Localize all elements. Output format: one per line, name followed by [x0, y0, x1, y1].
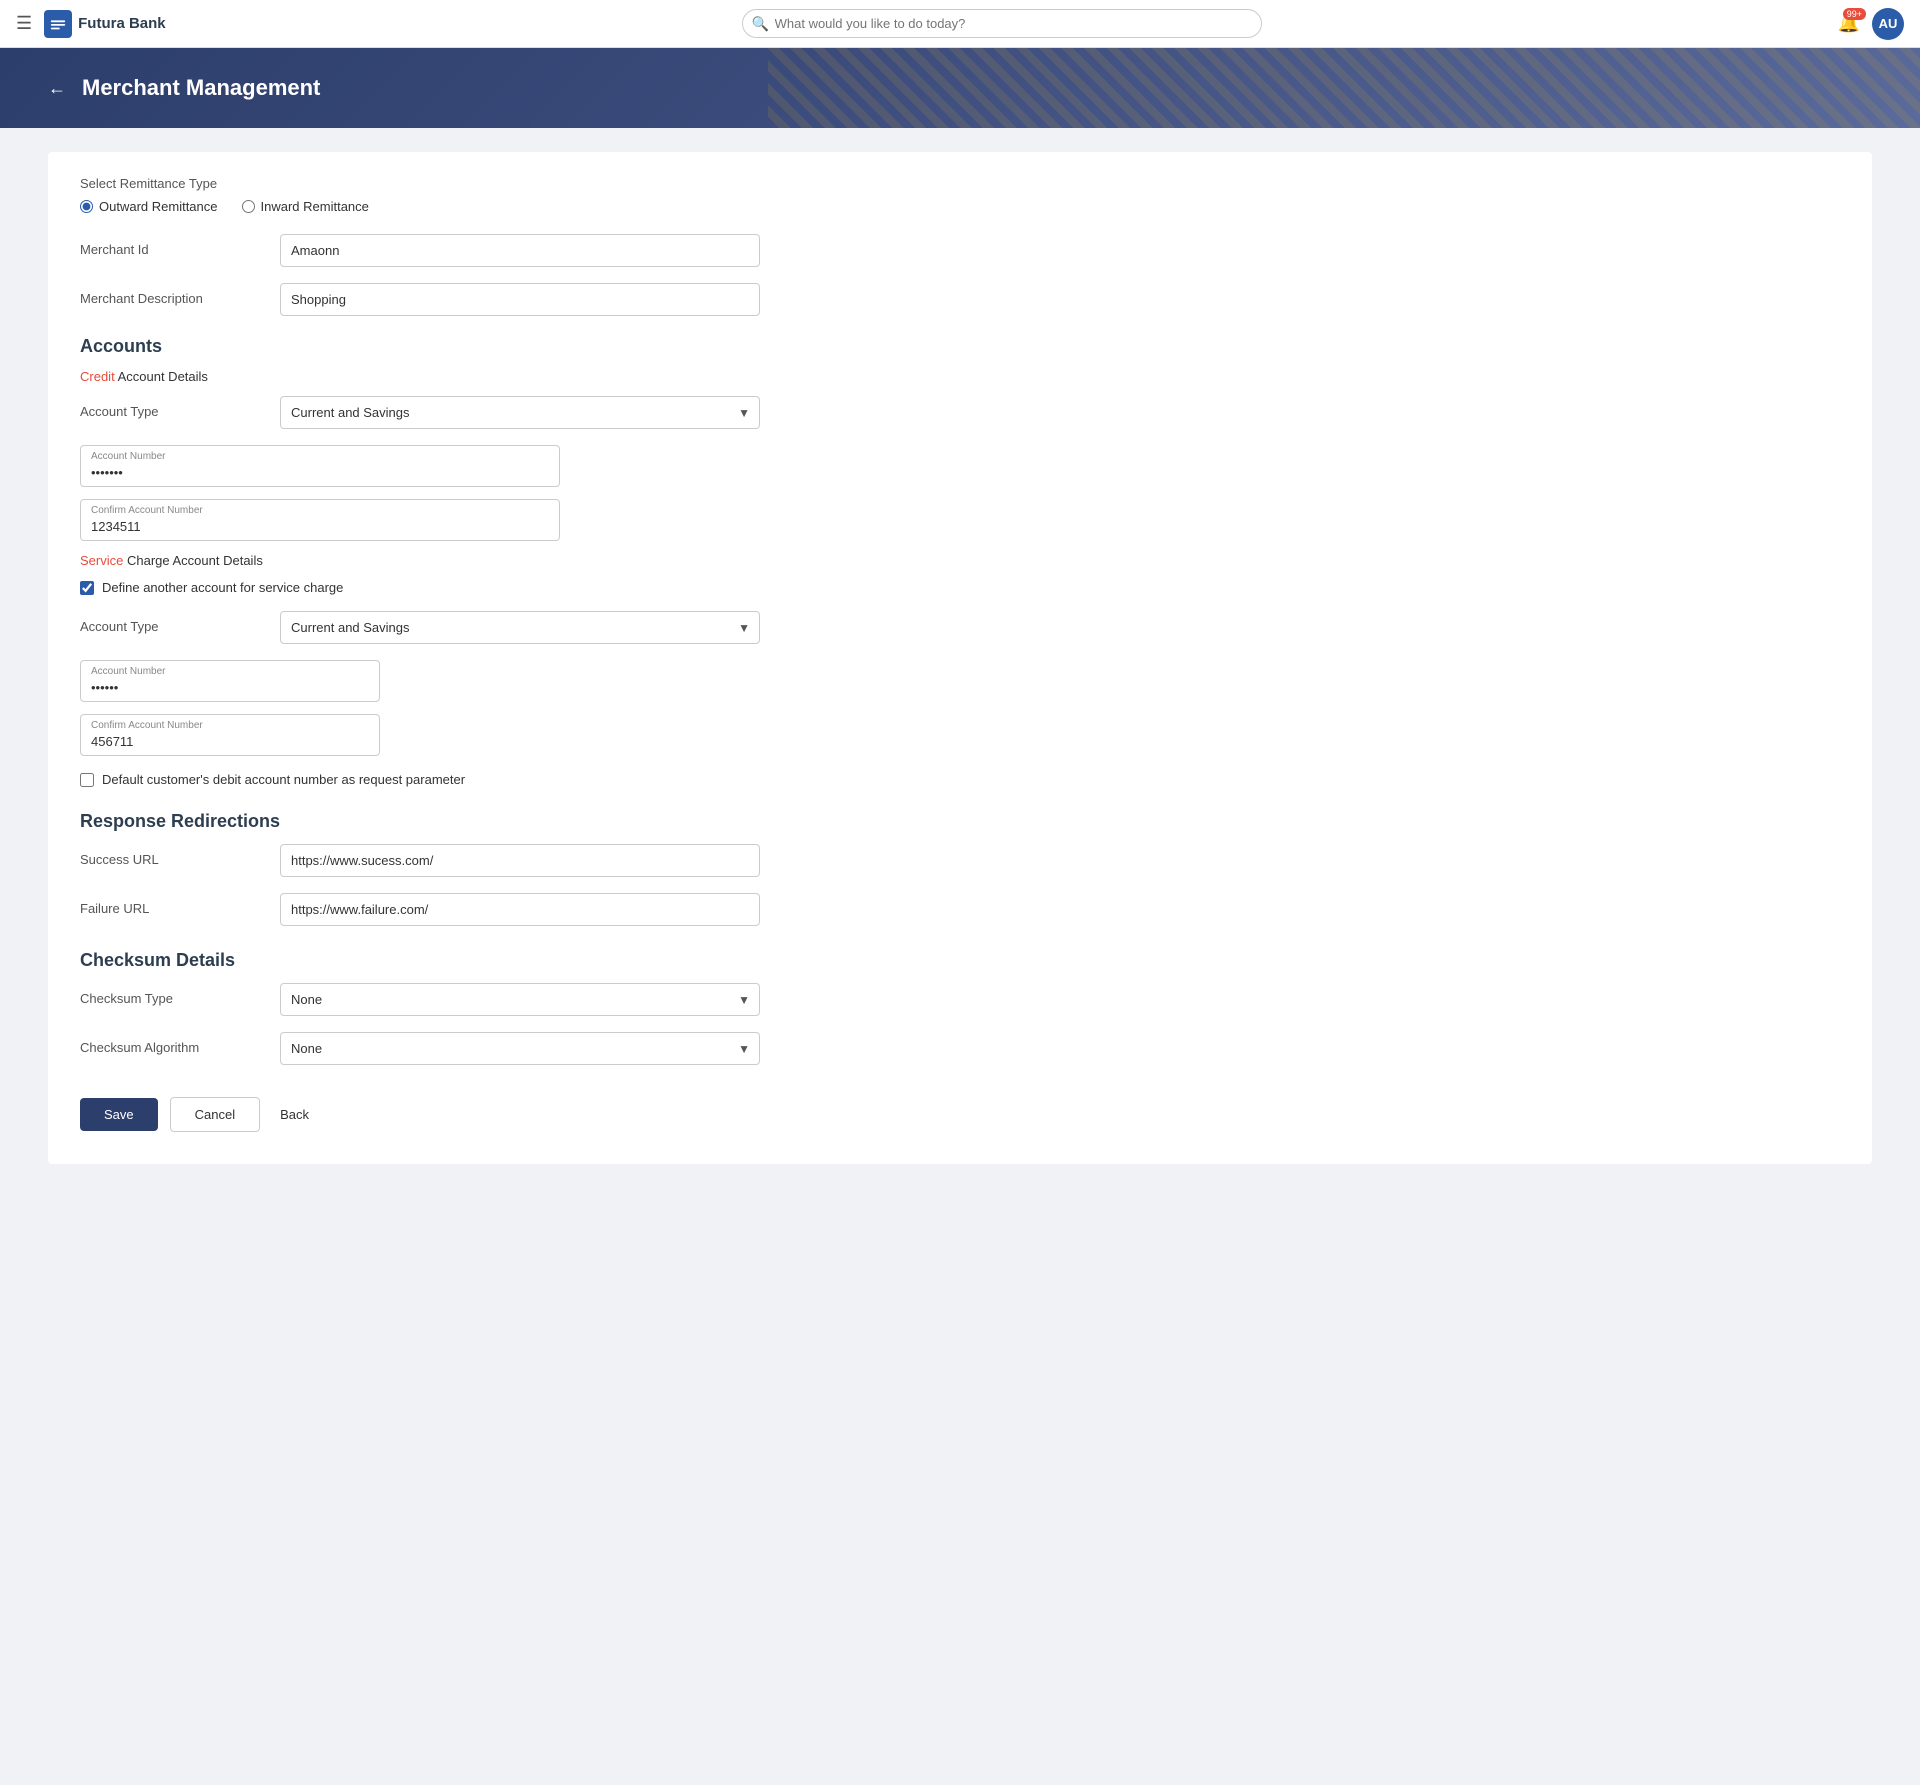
radio-outward-label: Outward Remittance: [99, 199, 218, 214]
service-account-number-label: Account Number: [91, 666, 165, 677]
action-buttons: Save Cancel Back: [80, 1097, 1840, 1132]
service-account-type-row: Account Type Current and Savings Savings…: [80, 611, 1840, 644]
define-another-checkbox-row: Define another account for service charg…: [80, 580, 1840, 595]
hamburger-menu[interactable]: ☰: [16, 13, 32, 34]
credit-confirm-account-input[interactable]: [91, 519, 549, 534]
success-url-input[interactable]: [280, 844, 760, 877]
save-button[interactable]: Save: [80, 1098, 158, 1131]
credit-account-header: Credit Account Details: [80, 369, 1840, 384]
service-account-type-select-wrapper: Current and Savings Savings Current ▼: [280, 611, 760, 644]
remittance-radio-group: Outward Remittance Inward Remittance: [80, 199, 1840, 214]
service-link-text: Service: [80, 553, 123, 568]
top-navigation: ☰ Futura Bank 🔍 🔔 99+ AU: [0, 0, 1920, 48]
notification-bell[interactable]: 🔔 99+: [1838, 13, 1860, 34]
merchant-id-label: Merchant Id: [80, 234, 280, 257]
checksum-algo-select[interactable]: None MD5 SHA1: [280, 1032, 760, 1065]
service-account-type-label: Account Type: [80, 611, 280, 634]
failure-url-input[interactable]: [280, 893, 760, 926]
credit-account-type-row: Account Type Current and Savings Savings…: [80, 396, 1840, 429]
checksum-type-row: Checksum Type None MD5 SHA1 SHA256 ▼: [80, 983, 1840, 1016]
credit-account-number-input[interactable]: [91, 465, 549, 480]
accounts-header: Accounts: [80, 336, 1840, 357]
service-confirm-account-wrap: Confirm Account Number: [80, 714, 380, 756]
checksum-algo-row: Checksum Algorithm None MD5 SHA1 ▼: [80, 1032, 1840, 1065]
merchant-desc-row: Merchant Description: [80, 283, 1840, 316]
back-arrow-link[interactable]: ←: [48, 78, 66, 99]
search-bar: 🔍: [742, 9, 1262, 38]
default-debit-checkbox[interactable]: [80, 773, 94, 787]
checksum-type-select[interactable]: None MD5 SHA1 SHA256: [280, 983, 760, 1016]
service-confirm-account-label: Confirm Account Number: [91, 720, 203, 731]
app-name: Futura Bank: [78, 15, 166, 32]
radio-inward-label: Inward Remittance: [261, 199, 369, 214]
define-another-label[interactable]: Define another account for service charg…: [102, 580, 343, 595]
user-avatar[interactable]: AU: [1872, 8, 1904, 40]
search-icon: 🔍: [752, 15, 769, 32]
checksum-header: Checksum Details: [80, 950, 1840, 971]
merchant-desc-label: Merchant Description: [80, 283, 280, 306]
checksum-algo-label: Checksum Algorithm: [80, 1032, 280, 1055]
credit-account-type-select[interactable]: Current and Savings Savings Current: [280, 396, 760, 429]
radio-inward-input[interactable]: [242, 200, 255, 213]
radio-inward[interactable]: Inward Remittance: [242, 199, 369, 214]
default-debit-label[interactable]: Default customer's debit account number …: [102, 772, 465, 787]
response-header: Response Redirections: [80, 811, 1840, 832]
app-logo: Futura Bank: [44, 10, 166, 38]
remittance-type-label: Select Remittance Type: [80, 176, 1840, 191]
content-area: Select Remittance Type Outward Remittanc…: [0, 128, 1920, 1785]
service-charge-header: Service Charge Account Details: [80, 553, 1840, 568]
search-input[interactable]: [742, 9, 1262, 38]
merchant-desc-input[interactable]: [280, 283, 760, 316]
logo-svg: [49, 15, 67, 33]
merchant-id-input[interactable]: [280, 234, 760, 267]
service-account-number-input[interactable]: [91, 680, 369, 695]
logo-icon: [44, 10, 72, 38]
remittance-section: Select Remittance Type Outward Remittanc…: [80, 176, 1840, 214]
checksum-type-select-wrapper: None MD5 SHA1 SHA256 ▼: [280, 983, 760, 1016]
cancel-button[interactable]: Cancel: [170, 1097, 260, 1132]
credit-account-number-label: Account Number: [91, 451, 165, 462]
credit-header-rest: Account Details: [118, 369, 208, 384]
merchant-id-row: Merchant Id: [80, 234, 1840, 267]
credit-link-text: Credit: [80, 369, 115, 384]
service-header-rest: Charge Account Details: [127, 553, 263, 568]
nav-actions: 🔔 99+ AU: [1838, 8, 1904, 40]
service-confirm-account-input[interactable]: [91, 734, 369, 749]
default-debit-checkbox-row: Default customer's debit account number …: [80, 772, 1840, 787]
failure-url-row: Failure URL: [80, 893, 1840, 926]
credit-confirm-account-wrap: Confirm Account Number: [80, 499, 560, 541]
page-header: ← Merchant Management: [0, 48, 1920, 128]
checksum-algo-select-wrapper: None MD5 SHA1 ▼: [280, 1032, 760, 1065]
success-url-label: Success URL: [80, 844, 280, 867]
checksum-type-label: Checksum Type: [80, 983, 280, 1006]
page-wrapper: ← Merchant Management Select Remittance …: [0, 48, 1920, 1785]
credit-account-type-select-wrapper: Current and Savings Savings Current ▼: [280, 396, 760, 429]
credit-account-type-label: Account Type: [80, 396, 280, 419]
service-account-type-select[interactable]: Current and Savings Savings Current: [280, 611, 760, 644]
radio-outward[interactable]: Outward Remittance: [80, 199, 218, 214]
failure-url-label: Failure URL: [80, 893, 280, 916]
radio-outward-input[interactable]: [80, 200, 93, 213]
credit-confirm-account-label: Confirm Account Number: [91, 505, 203, 516]
success-url-row: Success URL: [80, 844, 1840, 877]
credit-account-number-wrap: Account Number: [80, 445, 560, 487]
back-button[interactable]: Back: [272, 1098, 317, 1131]
form-card: Select Remittance Type Outward Remittanc…: [48, 152, 1872, 1164]
page-title: Merchant Management: [82, 75, 320, 101]
notification-badge: 99+: [1843, 8, 1866, 20]
define-another-checkbox[interactable]: [80, 581, 94, 595]
service-account-number-wrap: Account Number: [80, 660, 380, 702]
